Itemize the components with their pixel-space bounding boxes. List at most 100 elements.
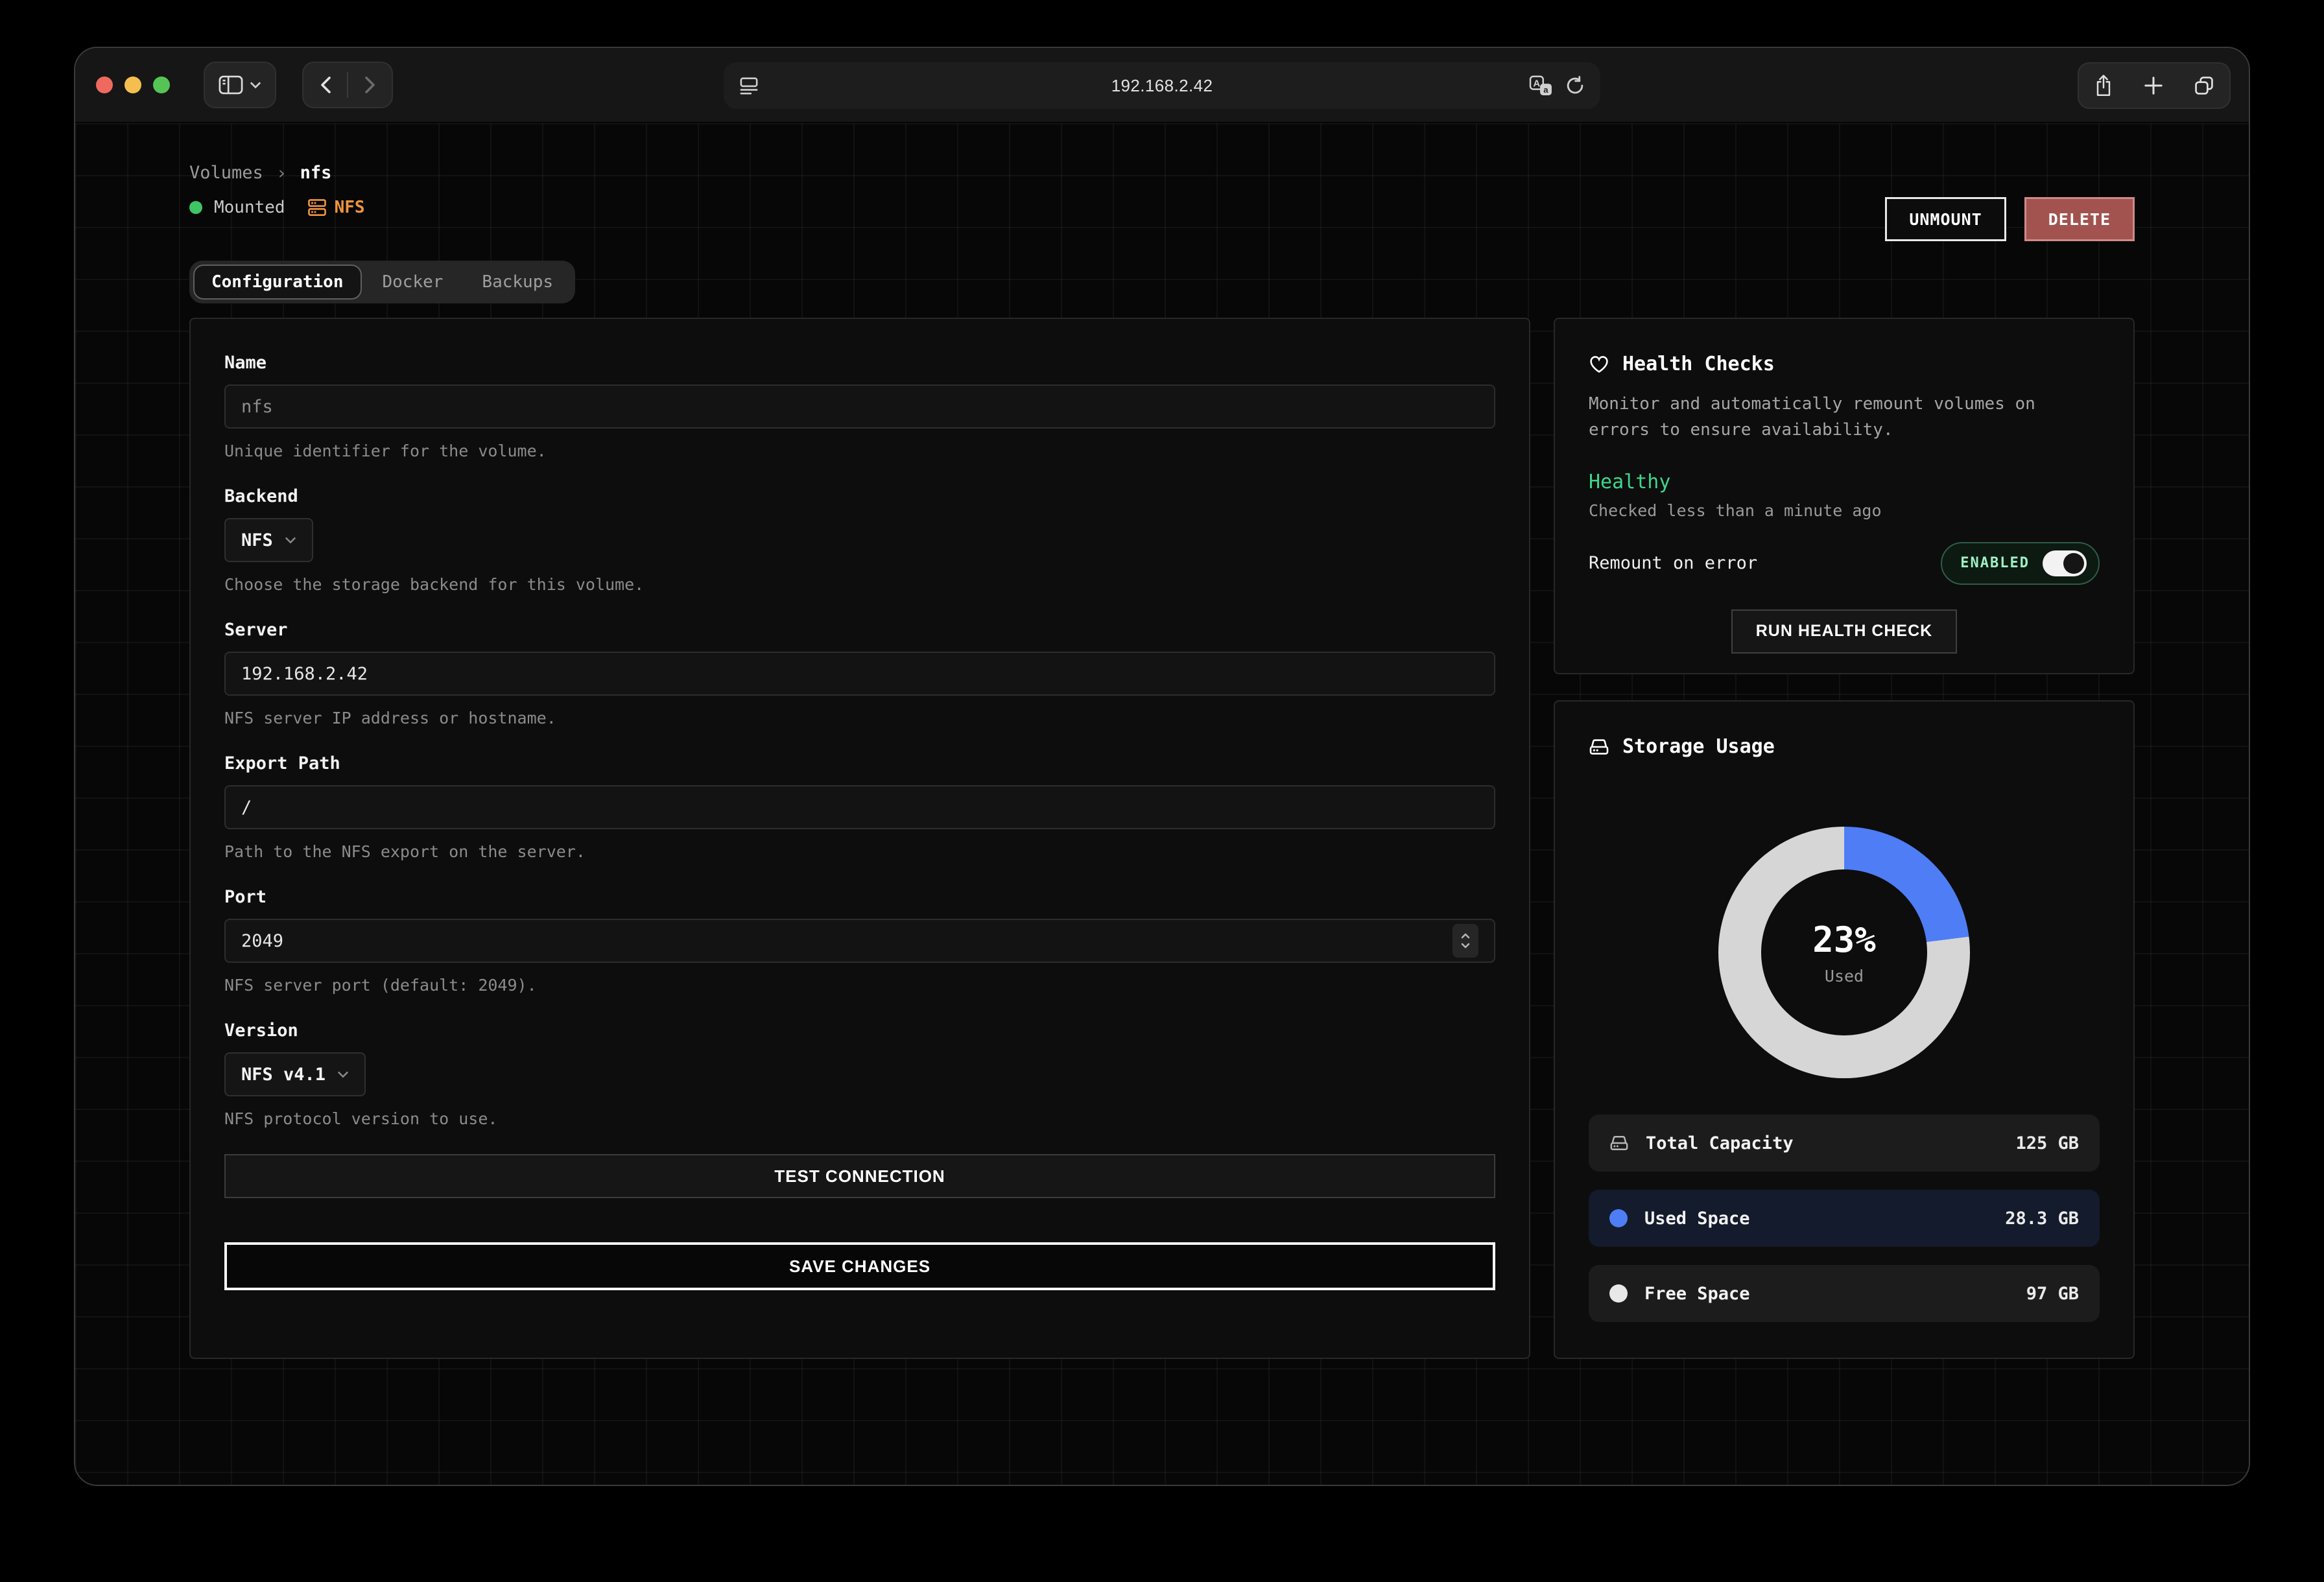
svg-text:A: A xyxy=(1533,78,1540,89)
toggle-state-label: ENABLED xyxy=(1960,555,2030,571)
tab-backups[interactable]: Backups xyxy=(464,265,571,300)
breadcrumb: Volumes › nfs xyxy=(189,162,365,183)
traffic-lights xyxy=(96,77,170,93)
breadcrumb-separator: › xyxy=(276,162,287,183)
page-icon[interactable] xyxy=(739,77,759,95)
port-label: Port xyxy=(224,887,1495,907)
minimize-window-button[interactable] xyxy=(124,77,141,93)
name-input[interactable]: nfs xyxy=(224,384,1495,429)
mounted-status-label: Mounted xyxy=(214,198,285,217)
address-bar[interactable]: 192.168.2.42 A a xyxy=(724,62,1600,109)
free-space-dot xyxy=(1609,1284,1628,1303)
reload-icon[interactable] xyxy=(1565,76,1585,95)
storage-card-title-row: Storage Usage xyxy=(1589,735,2100,758)
health-card-title-row: Health Checks xyxy=(1589,353,2100,375)
number-stepper[interactable] xyxy=(1452,924,1478,958)
page-content: Volumes › nfs Mounted xyxy=(75,123,2249,1486)
zoom-window-button[interactable] xyxy=(153,77,170,93)
legend-label: Total Capacity xyxy=(1646,1133,1794,1153)
server-field: Server 192.168.2.42 NFS server IP addres… xyxy=(224,620,1495,727)
forward-button[interactable] xyxy=(348,63,392,107)
donut-sublabel: Used xyxy=(1825,967,1864,986)
heart-icon xyxy=(1589,355,1609,374)
version-label: Version xyxy=(224,1021,1495,1041)
tab-docker[interactable]: Docker xyxy=(364,265,462,300)
legend-value: 28.3 GB xyxy=(2005,1209,2079,1229)
backend-label: Backend xyxy=(224,486,1495,506)
right-column: Health Checks Monitor and automatically … xyxy=(1554,318,2135,1359)
health-checks-card: Health Checks Monitor and automatically … xyxy=(1554,318,2135,674)
browser-window: 192.168.2.42 A a xyxy=(74,47,2250,1486)
configuration-card: Name nfs Unique identifier for the volum… xyxy=(189,318,1530,1359)
sidebar-toggle-button[interactable] xyxy=(204,62,276,108)
backend-badge-label: NFS xyxy=(335,198,365,217)
health-description: Monitor and automatically remount volume… xyxy=(1589,391,2100,443)
main-grid: Name nfs Unique identifier for the volum… xyxy=(189,318,2135,1359)
backend-select[interactable]: NFS xyxy=(224,518,313,562)
server-input[interactable]: 192.168.2.42 xyxy=(224,652,1495,696)
toolbar-right-group xyxy=(2078,62,2231,109)
remount-label: Remount on error xyxy=(1589,553,1757,573)
hdd-icon xyxy=(1609,1133,1629,1153)
new-tab-icon[interactable] xyxy=(2144,76,2163,95)
translate-icon[interactable]: A a xyxy=(1529,75,1552,96)
port-field: Port 2049 NFS server port (default: 2049… xyxy=(224,887,1495,995)
sidebar-icon xyxy=(219,75,243,95)
donut-wrap: 23% Used xyxy=(1589,827,2100,1078)
storage-donut: 23% Used xyxy=(1718,827,1970,1078)
status-row: Mounted xyxy=(189,198,365,217)
mounted-status-dot xyxy=(189,201,202,214)
legend-value: 125 GB xyxy=(2015,1133,2079,1153)
tab-configuration[interactable]: Configuration xyxy=(193,265,362,300)
delete-button[interactable]: DELETE xyxy=(2024,197,2135,241)
tab-overview-icon[interactable] xyxy=(2194,75,2214,96)
legend-label: Used Space xyxy=(1644,1209,1750,1229)
share-icon[interactable] xyxy=(2094,74,2113,97)
chevron-down-icon xyxy=(250,81,261,89)
storage-card-title: Storage Usage xyxy=(1622,735,1775,758)
url-text[interactable]: 192.168.2.42 xyxy=(724,76,1600,96)
remount-row: Remount on error ENABLED xyxy=(1589,542,2100,585)
version-field: Version NFS v4.1 NFS protocol version to… xyxy=(224,1021,1495,1128)
export-path-field: Export Path / Path to the NFS export on … xyxy=(224,753,1495,861)
desktop: 192.168.2.42 A a xyxy=(0,0,2324,1582)
backend-field: Backend NFS Choose the storage backend f… xyxy=(224,486,1495,594)
export-path-input[interactable]: / xyxy=(224,785,1495,829)
server-label: Server xyxy=(224,620,1495,640)
port-input[interactable]: 2049 xyxy=(224,919,1495,963)
storage-usage-card: Storage Usage 23% Used xyxy=(1554,700,2135,1359)
browser-toolbar: 192.168.2.42 A a xyxy=(75,48,2249,123)
remount-toggle[interactable]: ENABLED xyxy=(1941,542,2100,585)
donut-center: 23% Used xyxy=(1761,869,1927,1035)
unmount-button[interactable]: UNMOUNT xyxy=(1885,197,2006,241)
export-path-helper: Path to the NFS export on the server. xyxy=(224,842,1495,861)
run-health-check-button[interactable]: RUN HEALTH CHECK xyxy=(1731,609,1957,654)
server-icon xyxy=(307,198,327,217)
tab-bar: Configuration Docker Backups xyxy=(189,261,575,303)
health-status: Healthy xyxy=(1589,471,2100,493)
breadcrumb-volumes-link[interactable]: Volumes xyxy=(189,163,263,183)
legend-value: 97 GB xyxy=(2026,1284,2079,1304)
page-title: nfs xyxy=(300,163,332,183)
name-helper: Unique identifier for the volume. xyxy=(224,442,1495,460)
port-helper: NFS server port (default: 2049). xyxy=(224,976,1495,995)
chevron-down-icon xyxy=(285,536,296,544)
storage-legend: Total Capacity 125 GB Used Space 28.3 GB xyxy=(1589,1115,2100,1322)
health-card-title: Health Checks xyxy=(1622,353,1775,375)
backend-badge: NFS xyxy=(307,198,365,217)
export-path-label: Export Path xyxy=(224,753,1495,773)
donut-percent: 23% xyxy=(1812,919,1876,960)
backend-helper: Choose the storage backend for this volu… xyxy=(224,575,1495,594)
legend-row-free: Free Space 97 GB xyxy=(1589,1265,2100,1322)
back-button[interactable] xyxy=(303,63,347,107)
test-connection-button[interactable]: TEST CONNECTION xyxy=(224,1154,1495,1198)
health-checked-time: Checked less than a minute ago xyxy=(1589,501,2100,520)
name-field: Name nfs Unique identifier for the volum… xyxy=(224,353,1495,460)
save-changes-button[interactable]: SAVE CHANGES xyxy=(224,1242,1495,1290)
version-select[interactable]: NFS v4.1 xyxy=(224,1052,366,1096)
header-actions: UNMOUNT DELETE xyxy=(1885,197,2135,241)
version-helper: NFS protocol version to use. xyxy=(224,1109,1495,1128)
legend-row-total: Total Capacity 125 GB xyxy=(1589,1115,2100,1172)
close-window-button[interactable] xyxy=(96,77,113,93)
toggle-track xyxy=(2043,550,2087,576)
